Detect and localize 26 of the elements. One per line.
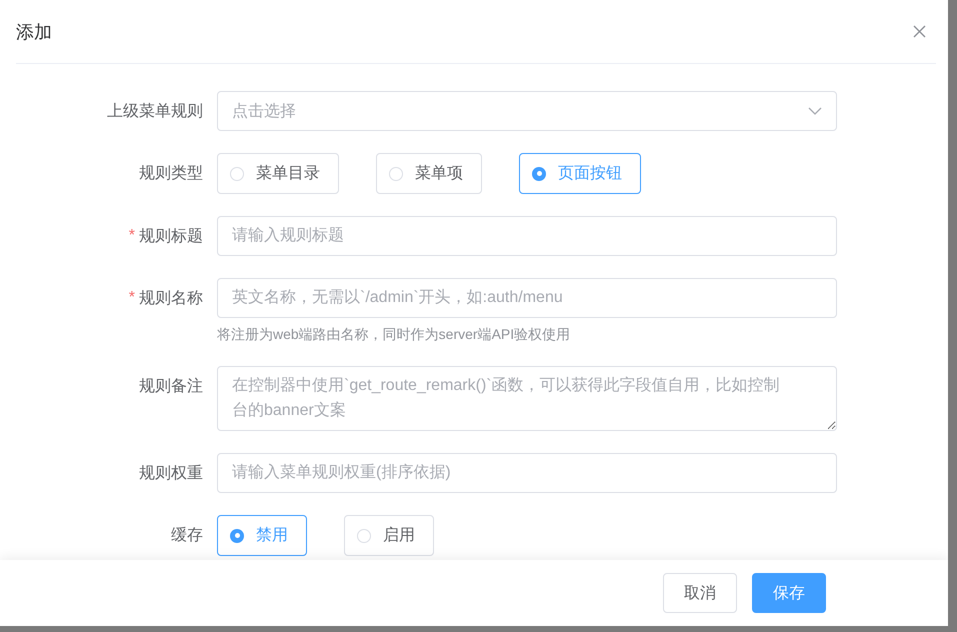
input-field[interactable]: 请输入菜单规则权重(排序依据) <box>217 453 837 493</box>
radio-option[interactable]: 启用 <box>344 515 434 556</box>
dialog-title: 添加 <box>16 20 52 44</box>
help-text: 将注册为web端路由名称，同时作为server端API验权使用 <box>217 325 572 344</box>
field-label: 规则标题 <box>139 226 203 246</box>
radio-checked-icon <box>230 528 244 542</box>
textarea-field[interactable]: 在控制器中使用`get_route_remark()`函数，可以获得此字段值自用，比如控制台的banner文案 <box>217 366 837 431</box>
radio-option[interactable]: 菜单项 <box>376 153 482 194</box>
field-label: 缓存 <box>171 526 203 546</box>
field-label: 规则权重 <box>139 464 203 484</box>
field-label: 规则名称 <box>139 288 203 308</box>
required-mark: * <box>128 227 135 245</box>
field-label: 上级菜单规则 <box>107 102 203 122</box>
radio-unchecked-icon <box>357 528 371 542</box>
radio-unchecked-icon <box>389 166 403 180</box>
radio-unchecked-icon <box>230 166 244 180</box>
field-label: 规则备注 <box>139 376 203 396</box>
field-label: 规则类型 <box>139 164 203 184</box>
caret-icon <box>808 107 822 115</box>
radio-option[interactable]: 菜单目录 <box>217 153 339 194</box>
close-icon[interactable] <box>913 25 926 38</box>
cancel-button[interactable]: 取消 <box>663 573 737 613</box>
input-field[interactable]: 英文名称，无需以`/admin`开头，如:auth/menu <box>217 278 837 318</box>
input-field[interactable]: 请输入规则标题 <box>217 216 837 256</box>
radio-checked-icon <box>532 166 546 180</box>
required-mark: * <box>128 289 135 307</box>
